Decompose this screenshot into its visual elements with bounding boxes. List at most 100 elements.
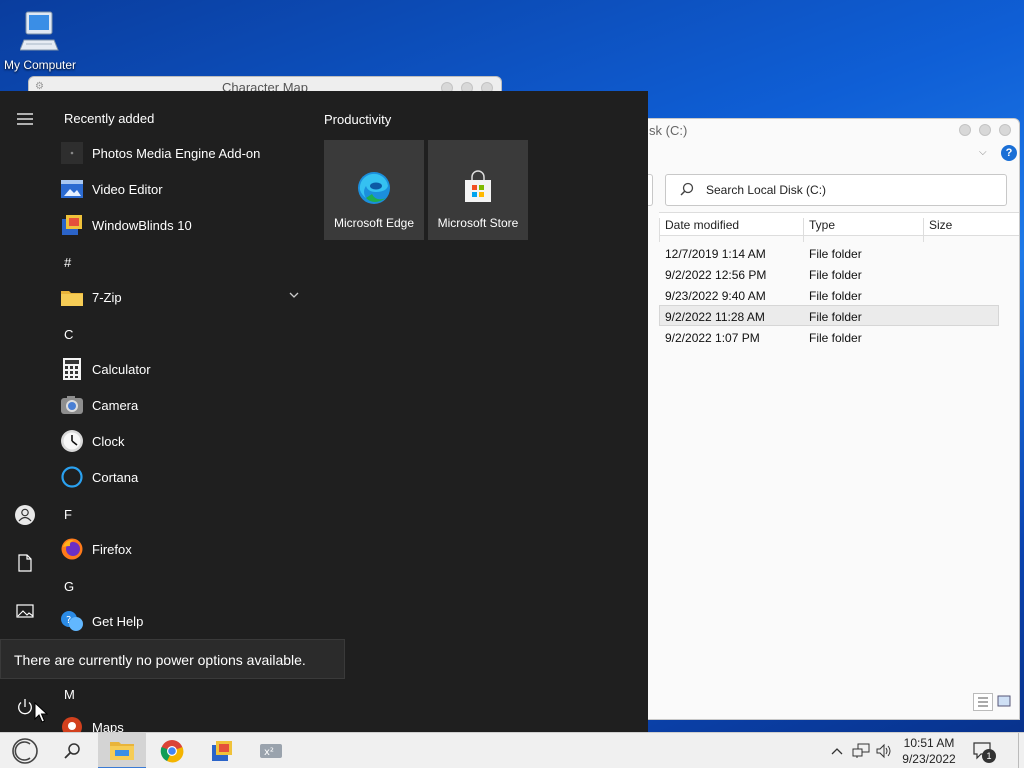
app-label: Video Editor [92,181,163,197]
cortana-icon [60,465,84,489]
chevron-up-icon [831,748,843,755]
get-help-icon: ? [60,609,84,633]
action-center-button[interactable]: 1 [968,733,998,768]
clock-icon [60,429,84,453]
clock-date: 9/23/2022 [902,752,956,766]
section-g[interactable]: G [64,579,74,594]
user-account-button[interactable] [0,495,50,535]
search-icon [64,743,80,759]
start-rail [0,91,50,732]
svg-text:?: ? [66,615,71,626]
tile-microsoft-store[interactable]: Microsoft Store [428,140,528,240]
file-row[interactable]: 9/2/2022 1:07 PM File folder [659,327,999,348]
windowblinds-icon [212,741,232,761]
character-map-icon: x² [260,744,282,758]
show-desktop-button[interactable] [1018,733,1024,768]
tile-label: Microsoft Edge [333,216,415,230]
file-row[interactable]: 9/2/2022 12:56 PM File folder [659,264,999,285]
explorer-minimize-button[interactable] [959,124,971,136]
file-row[interactable]: 12/7/2019 1:14 AM File folder [659,243,999,264]
file-row[interactable]: 9/23/2022 9:40 AM File folder [659,285,999,306]
video-editor-icon [60,177,84,201]
app-windowblinds[interactable]: WindowBlinds 10 [60,208,310,242]
section-hash[interactable]: # [64,255,71,270]
explorer-window[interactable]: sk (C:) ⌵ ? Search Local Disk (C:) Date … [600,118,1020,720]
search-input[interactable]: Search Local Disk (C:) [665,174,1007,206]
start-menu[interactable]: Recently added Photos Media Engine Add-o… [0,91,648,732]
taskbar-file-explorer[interactable] [98,733,146,768]
computer-icon [19,10,60,56]
file-type: File folder [809,268,862,282]
file-row-selected[interactable]: 9/2/2022 11:28 AM File folder [659,305,999,326]
hamburger-menu-button[interactable] [0,99,50,139]
taskbar-windowblinds[interactable] [198,733,246,768]
app-get-help[interactable]: ? Get Help [60,604,310,638]
taskbar-chrome[interactable] [148,733,196,768]
recently-added-header: Recently added [64,111,155,126]
file-type: File folder [809,310,862,324]
start-orb-icon [12,738,38,764]
column-type[interactable]: Type [809,218,835,232]
section-f[interactable]: F [64,507,72,522]
documents-button[interactable] [0,543,50,583]
file-date: 9/23/2022 9:40 AM [665,289,766,303]
app-cortana[interactable]: Cortana [60,460,310,494]
file-explorer-icon [110,742,134,760]
power-options-tooltip: There are currently no power options ava… [0,639,345,679]
user-icon [15,505,35,525]
picture-icon [16,604,34,618]
app-video-editor[interactable]: Video Editor [60,172,310,206]
taskbar-character-map[interactable]: x² [248,733,294,768]
pictures-button[interactable] [0,591,50,631]
section-m[interactable]: M [64,687,75,702]
help-icon[interactable]: ? [1001,145,1017,161]
taskbar-clock[interactable]: 10:51 AM 9/23/2022 [895,735,963,767]
tiles-group-header[interactable]: Productivity [324,112,391,127]
app-label: Cortana [92,469,139,485]
file-date: 9/2/2022 11:28 AM [665,310,765,324]
volume-tray-button[interactable] [874,733,894,768]
column-size[interactable]: Size [929,218,952,232]
edge-icon [356,170,392,210]
large-icons-view-icon[interactable] [995,693,1015,711]
taskbar: x² 10:51 AM 9/23/2022 1 [0,732,1024,768]
app-firefox[interactable]: Firefox [60,532,310,566]
mouse-cursor-icon [34,701,49,729]
svg-text:x²: x² [264,747,274,758]
section-c[interactable]: C [64,327,73,342]
app-camera[interactable]: Camera [60,388,310,422]
desktop-icon-label: My Computer [3,58,77,72]
folder-icon [60,285,84,309]
file-type: File folder [809,247,862,261]
search-icon [680,175,694,216]
explorer-close-button[interactable] [999,124,1011,136]
app-maps[interactable]: Maps [60,710,310,732]
taskbar-search-button[interactable] [52,733,92,768]
network-tray-button[interactable] [850,733,872,768]
ribbon-expand-chevron-icon[interactable]: ⌵ [979,147,987,158]
start-button[interactable] [4,733,46,768]
app-7zip-folder[interactable]: 7-Zip [60,280,310,314]
windowblinds-icon [60,213,84,237]
desktop-icon-my-computer[interactable]: My Computer [0,6,80,76]
app-label: WindowBlinds 10 [92,217,192,233]
app-list[interactable]: Recently added Photos Media Engine Add-o… [50,91,312,732]
explorer-maximize-button[interactable] [979,124,991,136]
column-date-modified[interactable]: Date modified [665,218,739,232]
app-calculator[interactable]: Calculator [60,352,310,386]
tile-microsoft-edge[interactable]: Microsoft Edge [324,140,424,240]
maps-icon [60,715,84,732]
chevron-down-icon[interactable] [288,289,300,304]
app-clock[interactable]: Clock [60,424,310,458]
show-hidden-icons-button[interactable] [828,733,846,768]
details-view-icon[interactable] [973,693,993,711]
app-photos-media-engine[interactable]: Photos Media Engine Add-on [60,136,310,170]
app-label: Firefox [92,541,132,557]
file-date: 9/2/2022 12:56 PM [665,268,767,282]
hamburger-icon [17,113,33,125]
calculator-icon [60,357,84,381]
notification-badge: 1 [982,749,996,763]
camera-icon [60,393,84,417]
tile-label: Microsoft Store [437,216,519,230]
app-label: Get Help [92,613,144,629]
